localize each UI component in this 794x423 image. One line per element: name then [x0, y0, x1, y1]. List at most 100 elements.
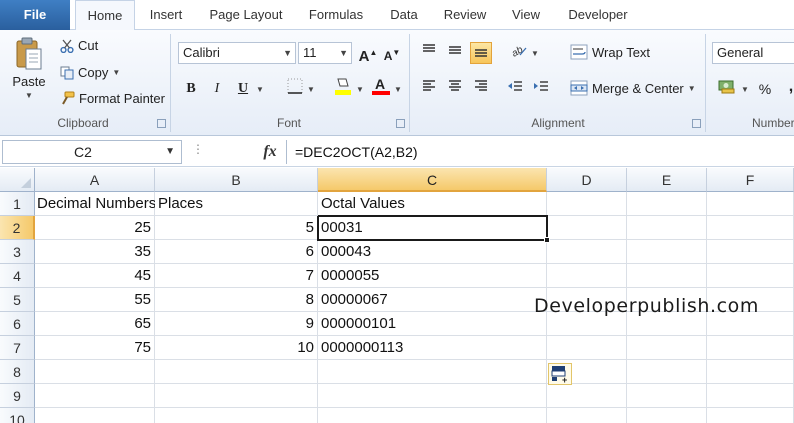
tab-developer[interactable]: Developer: [560, 0, 636, 30]
font-color-dropdown-icon[interactable]: ▼: [394, 85, 402, 94]
cell-e3[interactable]: [627, 240, 707, 264]
cell-e8[interactable]: [627, 360, 707, 384]
chevron-down-icon[interactable]: ▼: [165, 141, 175, 163]
cut-button[interactable]: Cut: [60, 38, 98, 53]
borders-button[interactable]: [284, 78, 306, 100]
align-bottom-button[interactable]: [470, 42, 492, 64]
underline-button[interactable]: U: [232, 78, 254, 100]
cell-c1[interactable]: Octal Values: [318, 192, 547, 216]
cell-f9[interactable]: [707, 384, 794, 408]
cell-b8[interactable]: [155, 360, 318, 384]
cell-e2[interactable]: [627, 216, 707, 240]
tab-page-layout[interactable]: Page Layout: [202, 0, 290, 30]
cell-f7[interactable]: [707, 336, 794, 360]
row-header-7[interactable]: 7: [0, 336, 35, 360]
cell-f3[interactable]: [707, 240, 794, 264]
row-header-1[interactable]: 1: [0, 192, 35, 216]
cell-a4[interactable]: 45: [35, 264, 155, 288]
cell-f10[interactable]: [707, 408, 794, 423]
cell-b1[interactable]: Places: [155, 192, 318, 216]
fill-handle[interactable]: [544, 237, 550, 243]
row-header-6[interactable]: 6: [0, 312, 35, 336]
cell-b5[interactable]: 8: [155, 288, 318, 312]
cell-e9[interactable]: [627, 384, 707, 408]
select-all-button[interactable]: [0, 168, 35, 192]
tab-review[interactable]: Review: [437, 0, 493, 30]
formula-bar-grip-icon[interactable]: ⋮: [192, 142, 204, 156]
tab-home[interactable]: Home: [75, 0, 135, 31]
borders-dropdown-icon[interactable]: ▼: [307, 85, 315, 94]
orientation-button[interactable]: ab: [508, 42, 530, 64]
decrease-indent-button[interactable]: [504, 78, 526, 100]
tab-insert[interactable]: Insert: [140, 0, 192, 30]
cell-b2[interactable]: 5: [155, 216, 318, 240]
cell-c10[interactable]: [318, 408, 547, 423]
cell-e10[interactable]: [627, 408, 707, 423]
fill-color-button[interactable]: [332, 76, 354, 98]
cell-b9[interactable]: [155, 384, 318, 408]
font-launcher-icon[interactable]: [396, 119, 405, 128]
font-color-button[interactable]: A: [370, 76, 392, 98]
row-header-10[interactable]: 10: [0, 408, 35, 423]
cell-e4[interactable]: [627, 264, 707, 288]
insert-function-button[interactable]: fx: [258, 140, 282, 164]
fill-color-dropdown-icon[interactable]: ▼: [356, 85, 364, 94]
cell-f2[interactable]: [707, 216, 794, 240]
cell-a10[interactable]: [35, 408, 155, 423]
cell-b6[interactable]: 9: [155, 312, 318, 336]
cell-c6[interactable]: 000000101: [318, 312, 547, 336]
column-header-c[interactable]: C: [318, 168, 547, 192]
underline-dropdown-icon[interactable]: ▼: [256, 85, 264, 94]
row-header-2[interactable]: 2: [0, 216, 35, 240]
column-header-e[interactable]: E: [627, 168, 707, 192]
cell-a2[interactable]: 25: [35, 216, 155, 240]
currency-format-button[interactable]: [716, 78, 738, 100]
format-painter-button[interactable]: Format Painter: [60, 91, 165, 106]
formula-input[interactable]: =DEC2OCT(A2,B2): [286, 140, 794, 164]
shrink-font-button[interactable]: A▼: [381, 42, 403, 64]
cell-d2[interactable]: [547, 216, 627, 240]
alignment-launcher-icon[interactable]: [692, 119, 701, 128]
merge-center-button[interactable]: Merge & Center ▼: [570, 80, 696, 96]
cell-f1[interactable]: [707, 192, 794, 216]
paste-button[interactable]: Paste ▼: [8, 36, 50, 100]
percent-button[interactable]: %: [754, 78, 776, 100]
cell-d9[interactable]: [547, 384, 627, 408]
copy-button[interactable]: Copy ▼: [60, 65, 120, 80]
cell-c5[interactable]: 00000067: [318, 288, 547, 312]
align-middle-button[interactable]: [444, 42, 466, 64]
align-right-button[interactable]: [470, 78, 492, 100]
cell-d3[interactable]: [547, 240, 627, 264]
column-header-f[interactable]: F: [707, 168, 794, 192]
cell-a7[interactable]: 75: [35, 336, 155, 360]
orientation-dropdown-icon[interactable]: ▼: [531, 49, 539, 58]
column-header-b[interactable]: B: [155, 168, 318, 192]
cell-c8[interactable]: [318, 360, 547, 384]
paste-options-button[interactable]: +: [548, 363, 572, 385]
cell-a6[interactable]: 65: [35, 312, 155, 336]
column-header-a[interactable]: A: [35, 168, 155, 192]
row-header-4[interactable]: 4: [0, 264, 35, 288]
comma-style-button[interactable]: ,: [780, 76, 794, 98]
cell-b7[interactable]: 10: [155, 336, 318, 360]
font-name-select[interactable]: Calibri ▼: [178, 42, 296, 64]
cell-d10[interactable]: [547, 408, 627, 423]
align-center-button[interactable]: [444, 78, 466, 100]
align-left-button[interactable]: [418, 78, 440, 100]
tab-view[interactable]: View: [505, 0, 547, 30]
tab-formulas[interactable]: Formulas: [302, 0, 370, 30]
row-header-8[interactable]: 8: [0, 360, 35, 384]
currency-dropdown-icon[interactable]: ▼: [741, 85, 749, 94]
row-header-5[interactable]: 5: [0, 288, 35, 312]
column-header-d[interactable]: D: [547, 168, 627, 192]
tab-file[interactable]: File: [0, 0, 70, 30]
row-header-9[interactable]: 9: [0, 384, 35, 408]
cell-c4[interactable]: 0000055: [318, 264, 547, 288]
wrap-text-button[interactable]: Wrap Text: [570, 44, 650, 60]
cell-d4[interactable]: [547, 264, 627, 288]
cell-a9[interactable]: [35, 384, 155, 408]
grow-font-button[interactable]: A▲: [357, 42, 379, 65]
copy-dropdown-icon[interactable]: ▼: [112, 68, 120, 77]
font-size-select[interactable]: 11 ▼: [298, 42, 352, 64]
cell-a1[interactable]: Decimal Numbers: [35, 192, 156, 216]
